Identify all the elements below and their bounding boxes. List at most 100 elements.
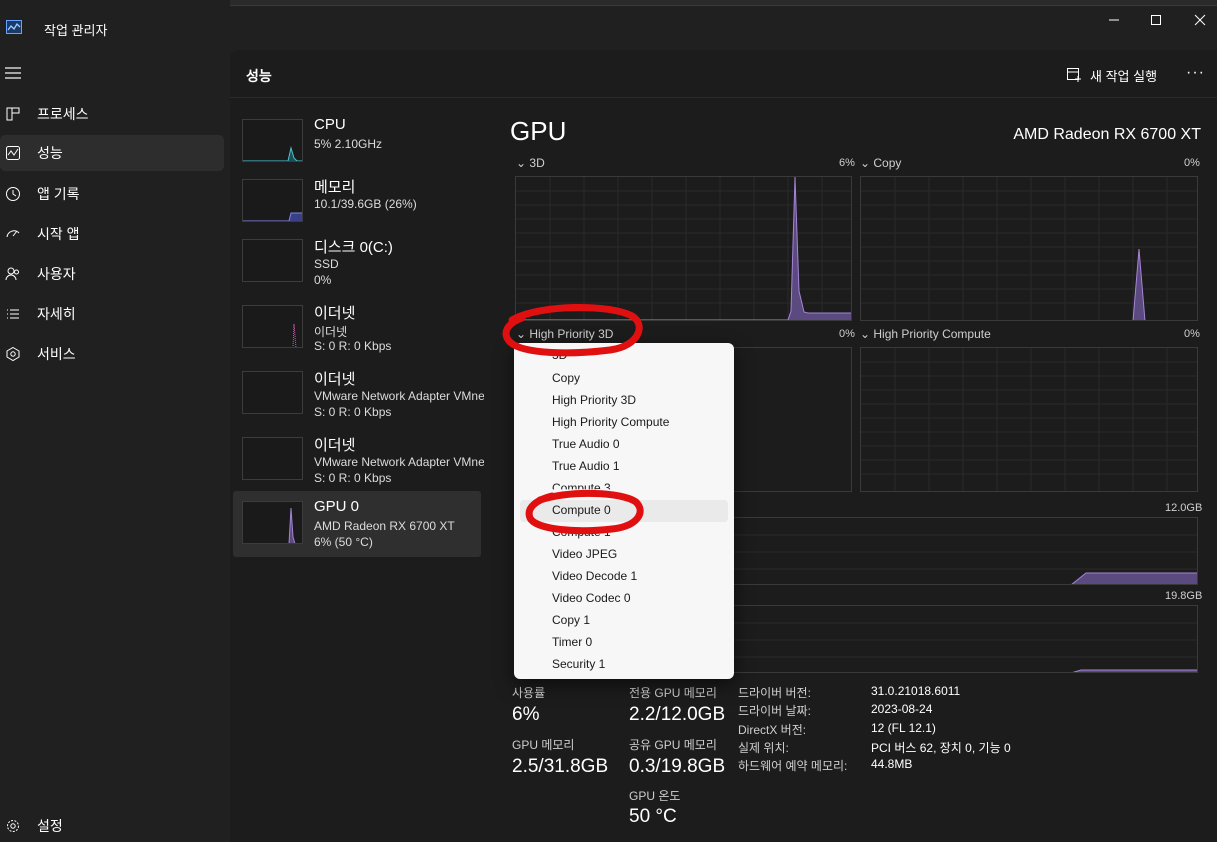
dropdown-option[interactable]: Timer 0 xyxy=(552,635,592,649)
engine-selector-3d[interactable]: ⌄ 3D xyxy=(516,156,545,170)
engine-graph-copy xyxy=(860,176,1198,321)
minimize-icon xyxy=(1109,19,1119,21)
shared-memory-max: 19.8GB xyxy=(1165,590,1203,602)
shared-memory-value: 0.3/19.8GB xyxy=(629,756,726,777)
device-sub: VMware Network Adapter VMnet xyxy=(314,455,484,469)
device-sub: 10.1/39.6GB (26%) xyxy=(314,197,417,211)
nav-item-app-history[interactable]: 앱 기록 xyxy=(0,176,224,212)
nav-item-settings[interactable]: 설정 xyxy=(0,808,224,842)
maximize-button[interactable] xyxy=(1146,10,1166,30)
memory-thumbnail-graph xyxy=(242,179,303,222)
device-name: 이더넷 xyxy=(314,305,356,322)
gpu-model: AMD Radeon RX 6700 XT xyxy=(1013,126,1201,143)
device-sub: VMware Network Adapter VMnet xyxy=(314,389,484,403)
device-ethernet-vmnet[interactable]: 이더넷 VMware Network Adapter VMnet S: 0 R:… xyxy=(233,427,484,493)
device-sub: AMD Radeon RX 6700 XT xyxy=(314,519,455,533)
device-sub: SSD xyxy=(314,257,339,271)
dropdown-option[interactable]: 3D xyxy=(552,348,567,362)
device-sub: S: 0 R: 0 Kbps xyxy=(314,405,392,419)
device-sub: 이더넷 xyxy=(314,325,348,339)
usage-label: 사용률 xyxy=(512,686,546,700)
dropdown-option[interactable]: Security 1 xyxy=(552,657,605,671)
dropdown-option[interactable]: High Priority 3D xyxy=(552,393,636,407)
dropdown-option[interactable]: True Audio 0 xyxy=(552,437,620,451)
ethernet-thumbnail-graph xyxy=(242,305,303,348)
device-name: CPU xyxy=(314,116,346,133)
gear-icon xyxy=(4,817,22,835)
page-header: 성능 새 작업 실행 ··· xyxy=(230,50,1217,98)
dropdown-option[interactable]: Compute 1 xyxy=(552,531,611,539)
close-icon xyxy=(1194,14,1206,26)
gpu-temperature-label: GPU 온도 xyxy=(629,789,681,803)
more-options-button[interactable]: ··· xyxy=(1186,64,1205,82)
page-title: 성능 xyxy=(246,68,272,84)
ethernet-thumbnail-graph xyxy=(242,437,303,480)
engine-graph-high-priority-compute xyxy=(860,347,1198,492)
device-memory[interactable]: 메모리 10.1/39.6GB (26%) xyxy=(233,169,481,235)
new-task-icon xyxy=(1067,68,1081,82)
engine-value: 0% xyxy=(839,328,855,340)
engine-label: High Priority 3D xyxy=(529,327,614,341)
hamburger-menu-icon[interactable] xyxy=(4,66,22,80)
nav-item-processes[interactable]: 프로세스 xyxy=(0,96,224,132)
engine-dropdown-menu: 3D Copy High Priority 3D High Priority C… xyxy=(514,343,734,679)
nav-item-users[interactable]: 사용자 xyxy=(0,256,224,292)
device-sub: 5% 2.10GHz xyxy=(314,137,383,151)
services-icon xyxy=(4,345,22,363)
device-sub: S: 0 R: 0 Kbps xyxy=(314,471,392,485)
device-disk[interactable]: 디스크 0(C:) SSD 0% xyxy=(233,229,481,295)
close-button[interactable] xyxy=(1190,10,1210,30)
engine-value: 0% xyxy=(1184,157,1200,169)
engine-label: Copy xyxy=(873,156,902,170)
dropdown-option[interactable]: True Audio 1 xyxy=(552,459,620,473)
device-gpu[interactable]: GPU 0 AMD Radeon RX 6700 XT 6% (50 °C) xyxy=(233,491,481,557)
app-history-icon xyxy=(4,185,22,203)
usage-value: 6% xyxy=(512,704,540,725)
reserved-memory-key: 하드웨어 예약 메모리: xyxy=(738,759,848,773)
engine-selector-copy[interactable]: ⌄ Copy xyxy=(860,156,901,170)
dedicated-memory-value: 2.2/12.0GB xyxy=(629,704,726,725)
device-cpu[interactable]: CPU 5% 2.10GHz xyxy=(233,109,481,175)
run-new-task-label: 새 작업 실행 xyxy=(1090,68,1158,84)
nav-item-services[interactable]: 서비스 xyxy=(0,336,224,372)
device-name: GPU 0 xyxy=(314,498,360,515)
device-sub: S: 0 R: 0 Kbps xyxy=(314,339,392,353)
users-icon xyxy=(4,265,22,283)
nav-item-startup-apps[interactable]: 시작 앱 xyxy=(0,216,224,252)
nav-item-label: 프로세스 xyxy=(37,106,89,122)
dropdown-option[interactable]: Copy 1 xyxy=(552,613,590,627)
device-sub: 0% xyxy=(314,273,332,287)
directx-version-key: DirectX 버전: xyxy=(738,723,807,737)
driver-date-value: 2023-08-24 xyxy=(871,702,933,716)
dropdown-option[interactable]: High Priority Compute xyxy=(552,415,669,429)
device-name: 이더넷 xyxy=(314,437,356,454)
dedicated-memory-label: 전용 GPU 메모리 xyxy=(629,686,717,700)
minimize-button[interactable] xyxy=(1104,10,1124,30)
title-bar: 작업 관리자 xyxy=(0,0,1217,50)
ethernet-thumbnail-graph xyxy=(242,371,303,414)
physical-location-value: PCI 버스 62, 장치 0, 기능 0 xyxy=(871,741,1011,755)
nav-item-label: 서비스 xyxy=(37,346,76,362)
dropdown-option-compute-0[interactable]: Compute 0 xyxy=(552,503,611,517)
dropdown-option[interactable]: Compute 3 xyxy=(552,481,611,489)
dropdown-option[interactable]: Video Decode 1 xyxy=(552,569,637,583)
dropdown-option[interactable]: Video JPEG xyxy=(552,547,617,561)
run-new-task-button[interactable]: 새 작업 실행 xyxy=(1066,64,1157,86)
device-ethernet-vmnet[interactable]: 이더넷 VMware Network Adapter VMnet S: 0 R:… xyxy=(233,361,484,427)
nav-item-label: 앱 기록 xyxy=(37,186,80,202)
nav-item-label: 자세히 xyxy=(37,306,76,322)
nav-item-performance[interactable]: 성능 xyxy=(0,135,224,171)
engine-selector-high-priority-3d[interactable]: ⌄ High Priority 3D xyxy=(516,327,613,341)
device-sub: 6% (50 °C) xyxy=(314,535,373,549)
engine-graph-3d xyxy=(515,176,852,321)
directx-version-value: 12 (FL 12.1) xyxy=(871,721,936,735)
nav-item-details[interactable]: 자세히 xyxy=(0,296,224,332)
gpu-temperature-value: 50 °C xyxy=(629,806,677,827)
dropdown-option[interactable]: Copy xyxy=(552,371,580,385)
dropdown-option[interactable]: Video Codec 0 xyxy=(552,591,631,605)
device-name: 이더넷 xyxy=(314,371,356,388)
startup-apps-icon xyxy=(4,225,22,243)
task-manager-icon xyxy=(6,20,22,34)
engine-selector-high-priority-compute[interactable]: ⌄ High Priority Compute xyxy=(860,327,991,341)
device-ethernet[interactable]: 이더넷 이더넷 S: 0 R: 0 Kbps xyxy=(233,295,481,361)
